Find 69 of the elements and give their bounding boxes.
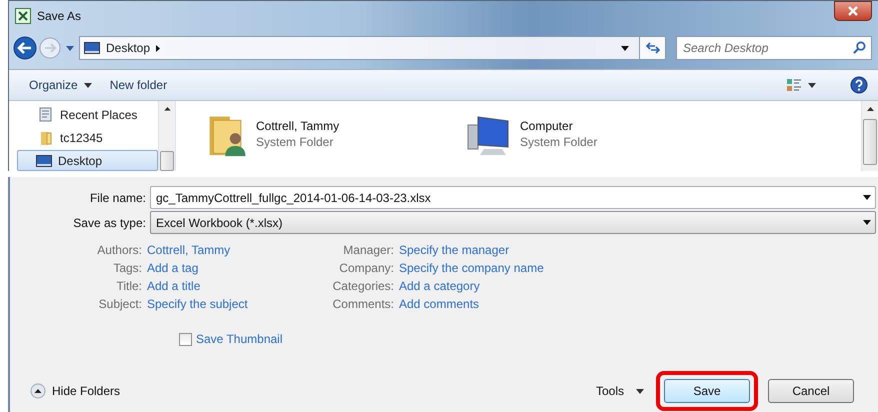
scroll-thumb[interactable] — [160, 150, 174, 171]
chevron-right-icon[interactable] — [156, 44, 160, 52]
property-link[interactable]: Cottrell, Tammy — [147, 243, 270, 258]
dropdown-arrow-icon — [863, 220, 871, 225]
property-label: Title: — [115, 279, 142, 294]
desktop-icon — [84, 42, 100, 54]
property-label: Manager: — [342, 243, 394, 258]
sidebar-item[interactable]: Desktop — [17, 150, 158, 171]
dialog-button[interactable]: Save — [664, 379, 750, 403]
file-name: Cottrell, Tammy — [256, 119, 340, 133]
sidebar-item[interactable]: Recent Places — [9, 105, 158, 126]
address-bar[interactable]: Desktop — [79, 36, 666, 60]
recent-places-icon — [38, 107, 54, 124]
file-type: System Folder — [520, 135, 598, 149]
view-list-icon — [786, 77, 802, 93]
collapse-icon — [30, 383, 46, 399]
excel-icon — [15, 8, 31, 24]
save-as-type-dropdown[interactable]: Excel Workbook (*.xlsx) — [150, 211, 876, 234]
hide-folders-button[interactable]: Hide Folders — [10, 383, 120, 399]
property-label: Tags: — [112, 261, 142, 276]
property-label: Categories: — [332, 279, 394, 294]
close-button[interactable] — [834, 1, 872, 21]
caret-icon — [808, 82, 816, 88]
refresh-arrows-icon — [646, 42, 660, 54]
search-icon — [853, 41, 866, 54]
tools-button[interactable]: Tools — [590, 383, 650, 399]
breadcrumb-text[interactable]: Desktop — [106, 41, 150, 55]
scrollbar[interactable] — [158, 101, 175, 171]
property-link[interactable]: Add comments — [399, 297, 544, 312]
dropdown-arrow-icon[interactable] — [621, 46, 629, 50]
checkbox-label[interactable]: Save Thumbnail — [196, 332, 282, 347]
dialog-button[interactable]: Cancel — [768, 379, 854, 403]
property-link[interactable]: Add a tag — [147, 261, 270, 276]
property-link[interactable]: Specify the subject — [147, 297, 270, 312]
back-button[interactable] — [13, 36, 37, 60]
property-label: Authors: — [96, 243, 142, 258]
window-title: Save As — [37, 9, 82, 23]
field-label: File name: — [88, 190, 147, 204]
sidebar-item[interactable]: tc12345 — [9, 128, 158, 148]
dropdown-arrow-icon — [863, 195, 871, 200]
checkbox[interactable] — [179, 333, 192, 346]
property-link[interactable]: Specify the company name — [399, 261, 544, 276]
property-link[interactable]: Specify the manager — [399, 243, 544, 258]
file-type: System Folder — [256, 135, 334, 149]
file-name: Computer — [520, 119, 574, 133]
property-label: Subject: — [98, 297, 142, 312]
search-field[interactable]: Search Desktop — [676, 36, 872, 60]
help-button[interactable] — [850, 76, 868, 94]
file-item[interactable]: Computer System Folder — [466, 101, 726, 171]
organize-button[interactable]: Organize — [25, 76, 96, 94]
property-label: Company: — [338, 261, 394, 276]
caret-icon — [84, 82, 92, 88]
property-link[interactable]: Add a title — [147, 279, 270, 294]
property-label: Comments: — [332, 297, 394, 312]
close-icon — [847, 6, 859, 16]
property-link[interactable]: Add a category — [399, 279, 544, 294]
scroll-up-arrow-icon[interactable] — [164, 107, 170, 111]
file-item[interactable]: Cottrell, Tammy System Folder — [206, 101, 466, 171]
file-name-field[interactable]: gc_TammyCottrell_fullgc_2014-01-06-14-03-23.xlsx — [150, 186, 876, 209]
field-label: Save as type: — [72, 216, 147, 230]
scroll-up-arrow-icon[interactable] — [866, 107, 874, 111]
help-icon — [850, 76, 868, 94]
desktop-icon — [36, 154, 52, 167]
refresh-button[interactable] — [639, 37, 665, 59]
scroll-thumb[interactable] — [863, 119, 877, 165]
caret-icon — [636, 388, 644, 394]
folder-icon — [38, 130, 54, 146]
new-folder-button[interactable]: New folder — [106, 76, 172, 94]
scrollbar[interactable] — [861, 101, 878, 171]
